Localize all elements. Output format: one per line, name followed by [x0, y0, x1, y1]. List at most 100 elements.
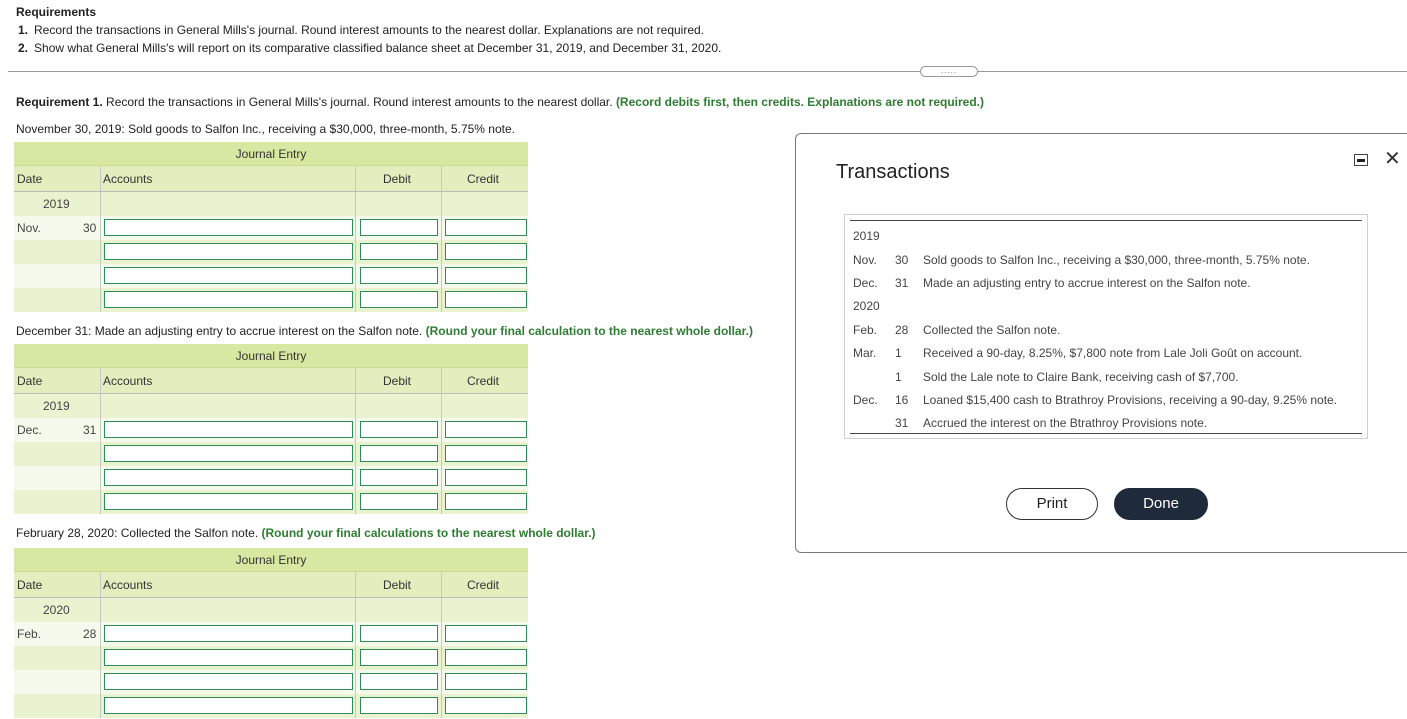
- tx-description: Received a 90-day, 8.25%, $7,800 note fr…: [923, 346, 1303, 360]
- requirement1-text: Record the transactions in General Mills…: [102, 95, 616, 109]
- tx-day: 31: [895, 276, 909, 290]
- debit-input[interactable]: [360, 649, 438, 666]
- credit-input[interactable]: [445, 243, 527, 260]
- journal-entry-table-nov30: Journal Entry Date Accounts Debit Credit…: [14, 142, 528, 312]
- year-label: 2019: [43, 399, 70, 413]
- journal-entry-table-feb28: Journal Entry Date Accounts Debit Credit…: [14, 548, 528, 718]
- journal-row: Nov. 30: [14, 216, 528, 240]
- requirement-item-2: 2. Show what General Mills's will report …: [18, 41, 721, 55]
- account-input[interactable]: [104, 493, 353, 510]
- account-input[interactable]: [104, 219, 353, 236]
- account-input[interactable]: [104, 267, 353, 284]
- credit-input[interactable]: [445, 673, 527, 690]
- credit-input[interactable]: [445, 291, 527, 308]
- account-input[interactable]: [104, 445, 353, 462]
- journal-row: [14, 466, 528, 490]
- credit-input[interactable]: [445, 493, 527, 510]
- debit-input[interactable]: [360, 445, 438, 462]
- tx-day: 1: [895, 370, 902, 384]
- debit-input[interactable]: [360, 421, 438, 438]
- debit-input[interactable]: [360, 493, 438, 510]
- tx-month: Dec.: [853, 393, 878, 407]
- account-input[interactable]: [104, 421, 353, 438]
- journal-row: [14, 442, 528, 466]
- credit-input[interactable]: [445, 697, 527, 714]
- requirement1-hint: (Record debits first, then credits. Expl…: [615, 95, 985, 109]
- day-label: 28: [83, 627, 97, 641]
- header-date: Date: [17, 374, 43, 388]
- journal-row: Dec. 31: [14, 418, 528, 442]
- journal-entry-table-dec31: Journal Entry Date Accounts Debit Credit…: [14, 344, 528, 514]
- journal-header-row: Date Accounts Debit Credit: [14, 572, 528, 598]
- requirement1-instruction: Requirement 1. Record the transactions i…: [16, 95, 984, 109]
- credit-input[interactable]: [445, 445, 527, 462]
- credit-input[interactable]: [445, 649, 527, 666]
- journal-row: [14, 694, 528, 718]
- tx-description: Loaned $15,400 cash to Btrathroy Provisi…: [923, 393, 1338, 407]
- print-button[interactable]: Print: [1006, 488, 1098, 520]
- account-input[interactable]: [104, 243, 353, 260]
- tx-day: 16: [895, 393, 909, 407]
- requirement-text: Show what General Mills's will report on…: [34, 41, 722, 55]
- header-credit: Credit: [467, 374, 500, 388]
- header-debit: Debit: [383, 172, 412, 186]
- credit-input[interactable]: [445, 625, 527, 642]
- journal-title: Journal Entry: [14, 344, 528, 368]
- minimize-button[interactable]: [1354, 154, 1368, 166]
- credit-input[interactable]: [445, 421, 527, 438]
- journal-row: [14, 288, 528, 312]
- prompt-text: February 28, 2020: Collected the Salfon …: [16, 526, 262, 540]
- prompt-text: November 30, 2019: Sold goods to Salfon …: [16, 122, 515, 136]
- header-debit: Debit: [383, 578, 412, 592]
- section-prompt: November 30, 2019: Sold goods to Salfon …: [16, 122, 515, 136]
- close-icon[interactable]: ✕: [1384, 148, 1401, 170]
- journal-row: [14, 264, 528, 288]
- header-accounts: Accounts: [103, 374, 153, 388]
- journal-year-row: 2019: [14, 192, 528, 216]
- tx-description: Made an adjusting entry to accrue intere…: [923, 276, 1251, 290]
- header-credit: Credit: [467, 172, 500, 186]
- account-input[interactable]: [104, 673, 353, 690]
- header-date: Date: [17, 578, 43, 592]
- tx-year: 2019: [853, 229, 880, 243]
- account-input[interactable]: [104, 469, 353, 486]
- month-label: Feb.: [17, 627, 42, 641]
- tx-day: 1: [895, 346, 902, 360]
- tx-month: Dec.: [853, 276, 878, 290]
- prompt-text: December 31: Made an adjusting entry to …: [16, 324, 426, 338]
- day-label: 31: [83, 423, 97, 437]
- account-input[interactable]: [104, 697, 353, 714]
- journal-header-row: Date Accounts Debit Credit: [14, 166, 528, 192]
- journal-year-row: 2019: [14, 394, 528, 418]
- debit-input[interactable]: [360, 267, 438, 284]
- debit-input[interactable]: [360, 697, 438, 714]
- credit-input[interactable]: [445, 469, 527, 486]
- journal-row: [14, 646, 528, 670]
- debit-input[interactable]: [360, 219, 438, 236]
- account-input[interactable]: [104, 291, 353, 308]
- year-label: 2020: [43, 603, 70, 617]
- journal-row: [14, 240, 528, 264]
- divider-drag-handle[interactable]: .....: [920, 66, 978, 77]
- account-input[interactable]: [104, 625, 353, 642]
- header-accounts: Accounts: [103, 578, 153, 592]
- header-debit: Debit: [383, 374, 412, 388]
- dialog-title: Transactions: [836, 161, 950, 183]
- header-date: Date: [17, 172, 43, 186]
- debit-input[interactable]: [360, 469, 438, 486]
- done-button[interactable]: Done: [1114, 488, 1208, 520]
- tx-month: Mar.: [853, 346, 877, 360]
- debit-input[interactable]: [360, 625, 438, 642]
- debit-input[interactable]: [360, 673, 438, 690]
- debit-input[interactable]: [360, 243, 438, 260]
- debit-input[interactable]: [360, 291, 438, 308]
- transactions-table: 2019 Nov. 30 Sold goods to Salfon Inc., …: [844, 214, 1368, 439]
- account-input[interactable]: [104, 649, 353, 666]
- header-credit: Credit: [467, 578, 500, 592]
- credit-input[interactable]: [445, 267, 527, 284]
- requirement1-label: Requirement 1.: [16, 95, 103, 109]
- month-label: Nov.: [17, 221, 41, 235]
- credit-input[interactable]: [445, 219, 527, 236]
- tx-day: 31: [895, 416, 909, 430]
- table-top-rule: [850, 220, 1362, 221]
